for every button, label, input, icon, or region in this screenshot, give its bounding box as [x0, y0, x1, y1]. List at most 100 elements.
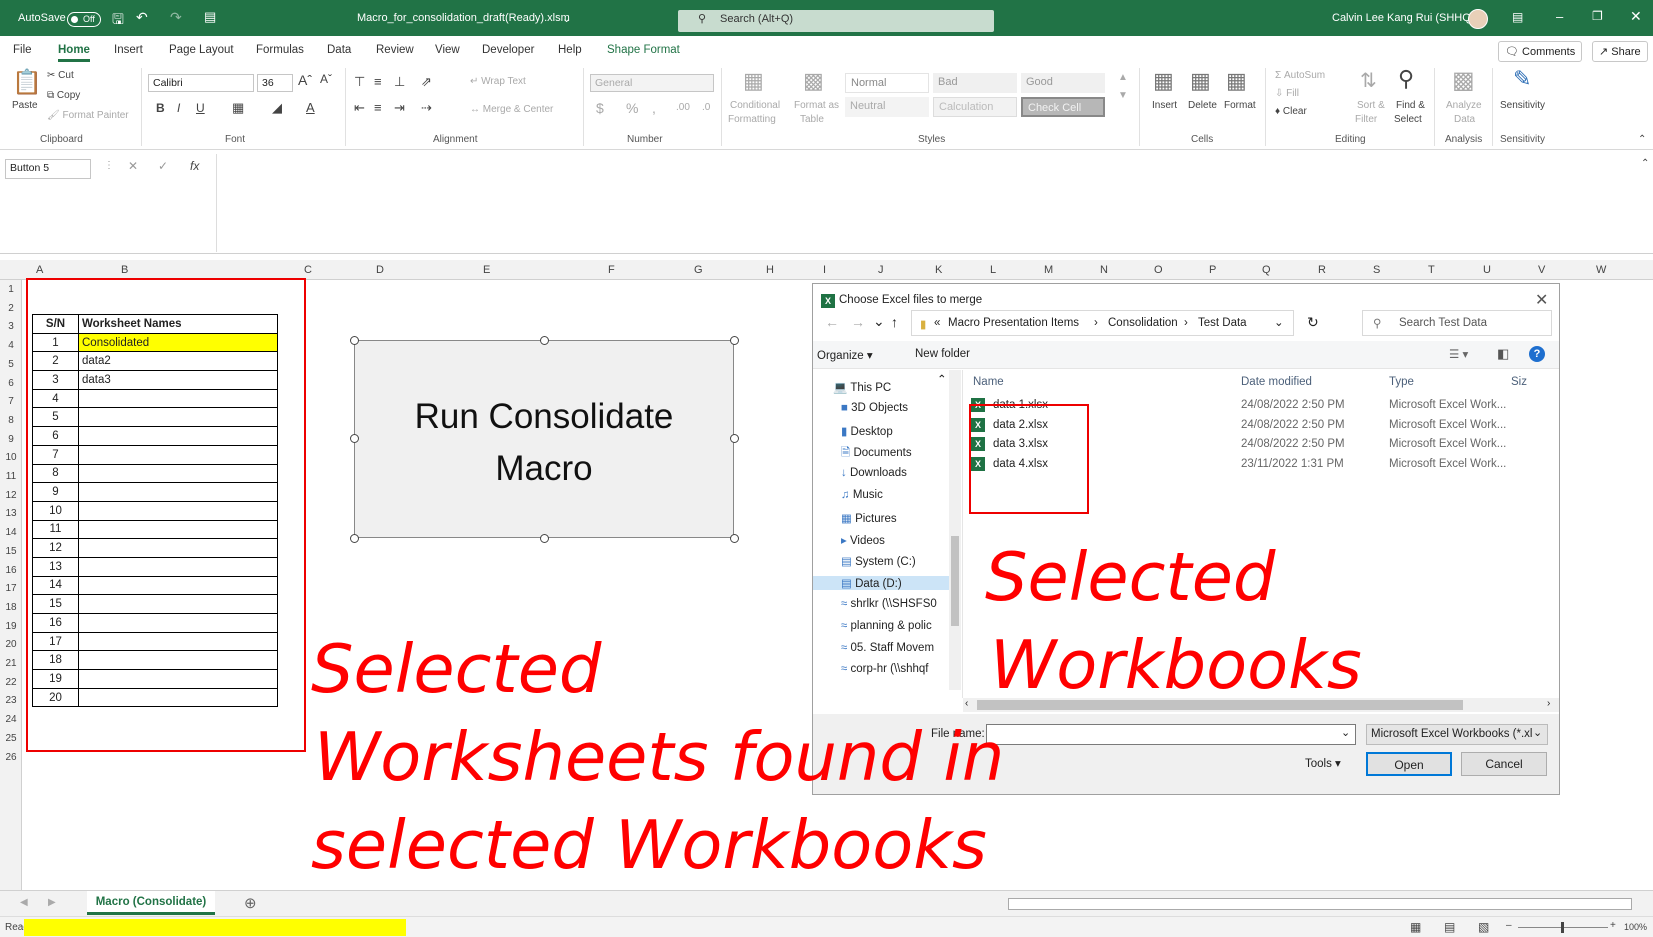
cancel-button[interactable]: Cancel: [1461, 752, 1547, 776]
format-as-table-label-1[interactable]: Format as: [794, 100, 839, 111]
resize-handle[interactable]: [350, 434, 359, 443]
style-normal[interactable]: Normal: [845, 73, 929, 93]
row-header-17[interactable]: 17: [0, 583, 22, 594]
resize-handle[interactable]: [540, 336, 549, 345]
zoom-slider-thumb[interactable]: [1561, 922, 1564, 933]
nav-item[interactable]: ≈ 05. Staff Movem: [841, 642, 934, 654]
paste-icon[interactable]: 📋: [12, 68, 42, 97]
chevron-down-icon[interactable]: ⌄: [1341, 726, 1350, 739]
nav-item[interactable]: ▤ System (C:): [841, 554, 916, 568]
tab-page-layout[interactable]: Page Layout: [169, 44, 234, 56]
row-header-6[interactable]: 6: [0, 378, 22, 389]
back-icon[interactable]: ←: [825, 314, 839, 330]
share-button[interactable]: ↗ Share: [1592, 41, 1648, 62]
sort-filter-label-1[interactable]: Sort &: [1357, 100, 1385, 111]
column-header-d[interactable]: D: [376, 264, 384, 276]
column-header-e[interactable]: E: [483, 264, 490, 276]
nav-item[interactable]: 💻 This PC: [833, 380, 891, 394]
comments-button[interactable]: 🗨 Comments: [1498, 41, 1583, 62]
tab-data[interactable]: Data: [327, 44, 351, 56]
new-folder-button[interactable]: New folder: [915, 348, 970, 360]
row-header-26[interactable]: 26: [0, 752, 22, 763]
save-icon[interactable]: 🖫: [112, 9, 124, 33]
scroll-left-icon[interactable]: ‹: [965, 698, 968, 709]
breadcrumb-more[interactable]: «: [934, 317, 940, 329]
orientation-icon[interactable]: ⇗: [421, 74, 432, 90]
tab-view[interactable]: View: [435, 44, 460, 56]
grow-font-icon[interactable]: Aˆ: [298, 72, 312, 88]
column-header-c[interactable]: C: [304, 264, 312, 276]
name-box[interactable]: Button 5: [5, 159, 91, 179]
chevron-down-icon[interactable]: ⌄: [1274, 315, 1284, 329]
column-header-s[interactable]: S: [1373, 264, 1380, 276]
underline-icon[interactable]: U: [196, 101, 205, 115]
format-as-table-label-2[interactable]: Table: [800, 114, 824, 125]
restore-icon[interactable]: ❐: [1592, 9, 1603, 23]
nav-item[interactable]: ■ 3D Objects: [841, 402, 908, 414]
column-header-l[interactable]: L: [990, 264, 996, 276]
view-options-icon[interactable]: ☰ ▾: [1449, 347, 1468, 361]
organize-button[interactable]: Organize ▾: [817, 348, 873, 362]
enter-icon[interactable]: ✓: [158, 159, 168, 173]
help-icon[interactable]: ?: [1529, 346, 1545, 362]
sensitivity-button[interactable]: Sensitivity: [1500, 100, 1545, 111]
row-header-10[interactable]: 10: [0, 452, 22, 463]
add-sheet-icon[interactable]: ⊕: [244, 894, 257, 912]
conditional-formatting-icon[interactable]: ▦: [743, 68, 764, 94]
next-sheet-icon[interactable]: ▶: [48, 897, 56, 908]
column-header-v[interactable]: V: [1538, 264, 1545, 276]
expand-formula-icon[interactable]: ⌃: [1641, 158, 1649, 169]
autosave-toggle[interactable]: Off: [67, 12, 101, 27]
scroll-right-icon[interactable]: ›: [1547, 698, 1550, 709]
insert-function-icon[interactable]: fx: [190, 159, 199, 173]
clear-button[interactable]: ♦ Clear: [1275, 106, 1307, 117]
zoom-level[interactable]: 100%: [1624, 922, 1647, 932]
zoom-out-icon[interactable]: –: [1506, 920, 1512, 931]
prev-sheet-icon[interactable]: ◀: [20, 897, 28, 908]
row-header-22[interactable]: 22: [0, 677, 22, 688]
find-select-label-2[interactable]: Select: [1394, 114, 1422, 125]
fill-color-icon[interactable]: ◢: [272, 100, 282, 116]
forward-icon[interactable]: →: [851, 314, 865, 330]
column-header-q[interactable]: Q: [1262, 264, 1271, 276]
column-header-u[interactable]: U: [1483, 264, 1491, 276]
chevron-down-icon[interactable]: ⌄: [873, 313, 885, 330]
column-header-r[interactable]: R: [1318, 264, 1326, 276]
nav-item[interactable]: 🗎 Documents: [841, 445, 912, 464]
bold-icon[interactable]: B: [156, 101, 165, 115]
sensitivity-icon[interactable]: ✎: [1513, 66, 1531, 92]
nav-item[interactable]: ▦ Pictures: [841, 511, 897, 525]
style-bad[interactable]: Bad: [933, 73, 1017, 93]
sort-filter-label-2[interactable]: Filter: [1355, 114, 1377, 125]
run-consolidate-macro-button[interactable]: Run Consolidate Macro: [354, 340, 734, 538]
resize-handle[interactable]: [730, 534, 739, 543]
row-header-13[interactable]: 13: [0, 508, 22, 519]
tab-help[interactable]: Help: [558, 44, 582, 56]
format-painter-button[interactable]: 🖌 Format Painter: [47, 110, 129, 121]
align-top-icon[interactable]: ⊤: [354, 74, 365, 90]
page-layout-view-icon[interactable]: ▤: [1444, 920, 1455, 934]
column-date-modified[interactable]: Date modified: [1241, 376, 1312, 388]
column-header-a[interactable]: A: [36, 264, 43, 276]
breadcrumb-test-data[interactable]: Test Data: [1198, 317, 1247, 329]
delete-cells-button[interactable]: Delete: [1188, 100, 1217, 111]
tab-home[interactable]: Home: [58, 44, 90, 62]
row-header-9[interactable]: 9: [0, 434, 22, 445]
tab-shape-format[interactable]: Shape Format: [607, 44, 680, 56]
tools-button[interactable]: Tools ▾: [1305, 756, 1341, 770]
borders-icon[interactable]: ▦: [232, 100, 244, 116]
column-header-n[interactable]: N: [1100, 264, 1108, 276]
nav-item[interactable]: ≈ corp-hr (\\shhqf: [841, 663, 929, 675]
paste-button[interactable]: Paste: [12, 100, 38, 111]
nav-item[interactable]: ≈ planning & polic: [841, 620, 932, 632]
column-type[interactable]: Type: [1389, 376, 1414, 388]
insert-cells-icon[interactable]: ▦: [1153, 68, 1174, 94]
insert-cells-button[interactable]: Insert: [1152, 100, 1177, 111]
merge-center-button[interactable]: ↔ Merge & Center: [470, 104, 553, 115]
row-header-2[interactable]: 2: [0, 303, 22, 314]
row-header-16[interactable]: 16: [0, 565, 22, 576]
file-name-input[interactable]: ⌄: [986, 724, 1356, 745]
styles-scroll-down-icon[interactable]: ▼: [1118, 90, 1128, 101]
file-title[interactable]: Macro_for_consolidation_draft(Ready).xls…: [357, 12, 570, 24]
breadcrumb-consolidation[interactable]: Consolidation: [1108, 317, 1178, 329]
